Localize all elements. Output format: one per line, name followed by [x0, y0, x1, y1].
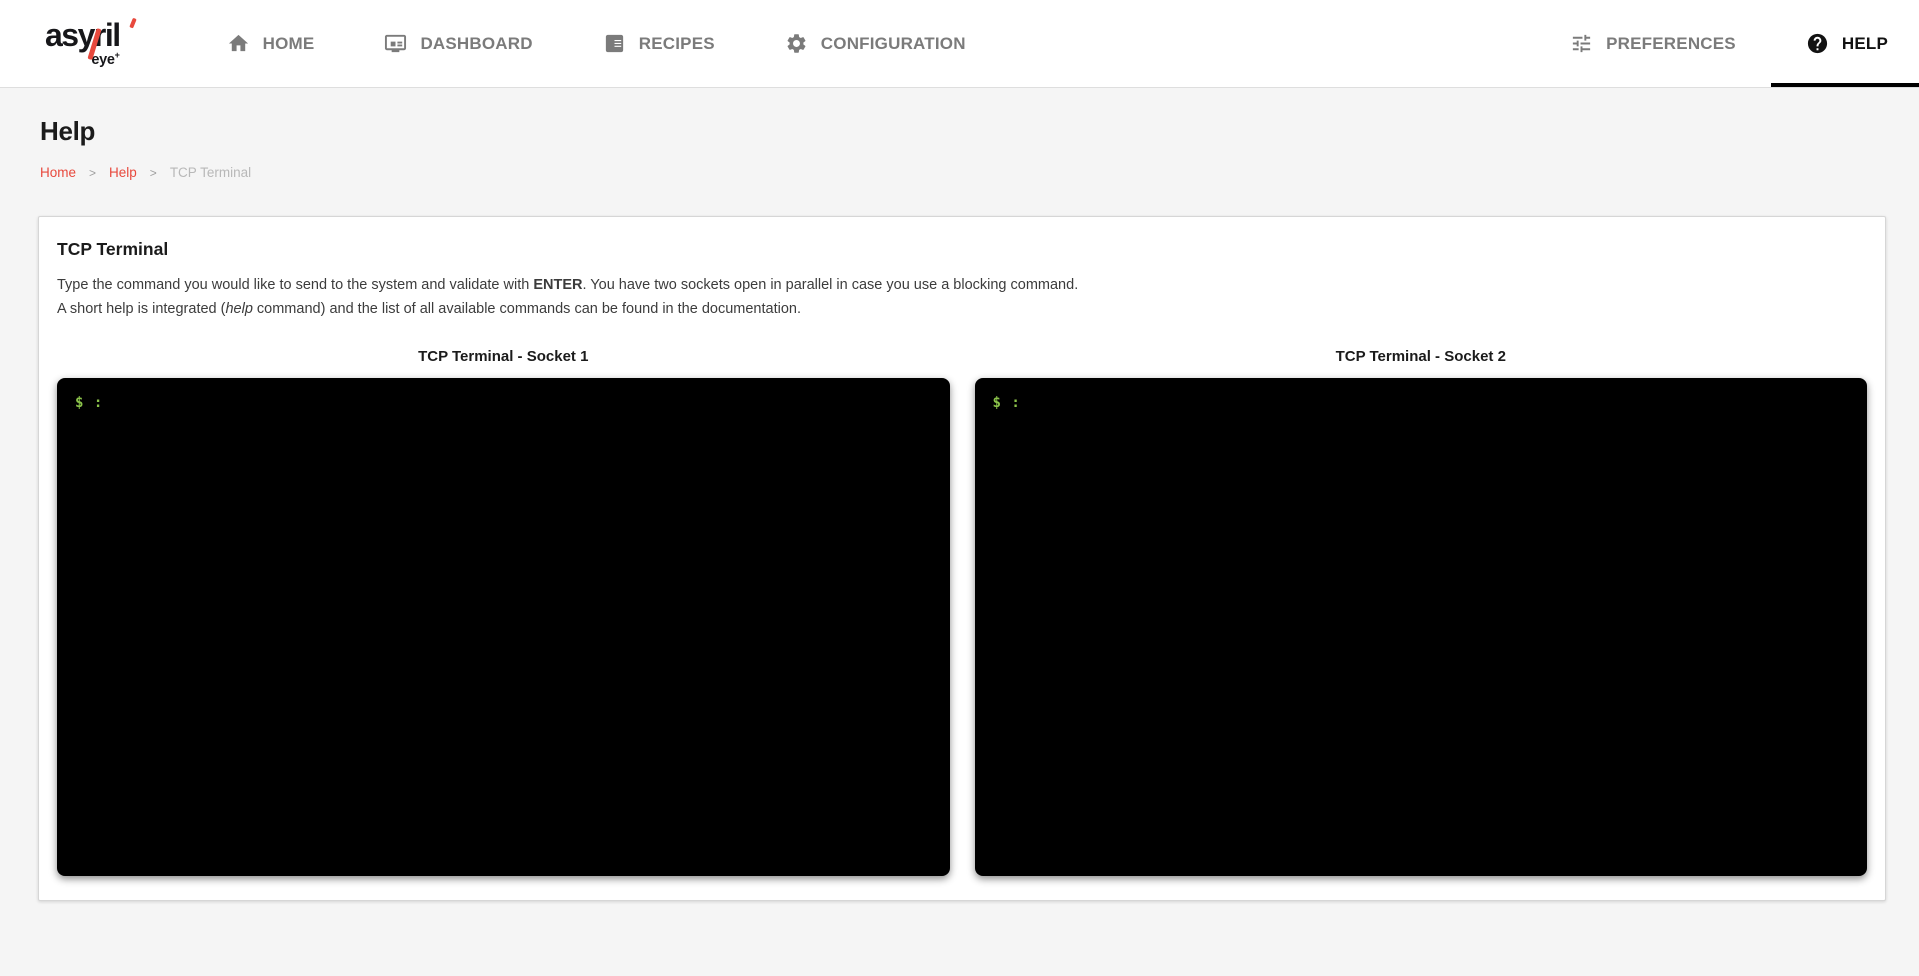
description-line-2: A short help is integrated (help command…	[57, 298, 1867, 322]
nav-item-dashboard[interactable]: DASHBOARD	[349, 0, 567, 87]
preferences-icon	[1570, 32, 1593, 55]
terminal-socket-2-block: TCP Terminal - Socket 2 $ :	[975, 348, 1868, 876]
card-title: TCP Terminal	[57, 239, 1867, 260]
terminals-container: TCP Terminal - Socket 1 $ : TCP Terminal…	[57, 348, 1867, 876]
logo-wordmark: asyril	[45, 19, 120, 51]
nav-label-home: HOME	[263, 34, 315, 54]
recipes-icon	[603, 32, 626, 55]
top-navbar: asyril eye+ HOME DASHBOARD RECIPES CONFI…	[0, 0, 1919, 88]
breadcrumb-current-page: TCP Terminal	[170, 165, 251, 180]
tcp-terminal-card: TCP Terminal Type the command you would …	[38, 216, 1886, 901]
breadcrumb-home-link[interactable]: Home	[40, 165, 76, 180]
terminal-1-title: TCP Terminal - Socket 1	[57, 348, 950, 365]
configuration-icon	[785, 32, 808, 55]
terminal-2-title: TCP Terminal - Socket 2	[975, 348, 1868, 365]
breadcrumb: Home > Help > TCP Terminal	[40, 165, 1919, 180]
page-title: Help	[40, 116, 1919, 147]
description-line-1: Type the command you would like to send …	[57, 274, 1867, 298]
main-nav: HOME DASHBOARD RECIPES CONFIGURATION	[192, 0, 1001, 87]
dashboard-icon	[384, 32, 407, 55]
terminal-1-prompt: $ :	[75, 395, 103, 411]
breadcrumb-help-link[interactable]: Help	[109, 165, 137, 180]
terminal-socket-1-block: TCP Terminal - Socket 1 $ :	[57, 348, 950, 876]
nav-item-home[interactable]: HOME	[192, 0, 350, 87]
terminal-socket-1[interactable]: $ :	[57, 378, 950, 876]
nav-item-help[interactable]: HELP	[1771, 0, 1919, 87]
nav-item-preferences[interactable]: PREFERENCES	[1535, 0, 1771, 87]
nav-item-configuration[interactable]: CONFIGURATION	[750, 0, 1001, 87]
help-icon	[1806, 32, 1829, 55]
nav-label-help: HELP	[1842, 34, 1888, 54]
breadcrumb-separator: >	[89, 166, 96, 180]
card-description: Type the command you would like to send …	[57, 274, 1867, 322]
secondary-nav: PREFERENCES HELP	[1535, 0, 1919, 87]
terminal-socket-2[interactable]: $ :	[975, 378, 1868, 876]
nav-label-dashboard: DASHBOARD	[420, 34, 532, 54]
terminal-2-prompt: $ :	[993, 395, 1021, 411]
breadcrumb-separator: >	[150, 166, 157, 180]
asyril-eye-logo[interactable]: asyril eye+	[45, 19, 120, 67]
logo-red-accent	[129, 18, 136, 29]
nav-label-recipes: RECIPES	[639, 34, 715, 54]
nav-label-configuration: CONFIGURATION	[821, 34, 966, 54]
logo-product-name: eye+	[45, 51, 120, 67]
nav-item-recipes[interactable]: RECIPES	[568, 0, 750, 87]
nav-label-preferences: PREFERENCES	[1606, 34, 1736, 54]
home-icon	[227, 32, 250, 55]
